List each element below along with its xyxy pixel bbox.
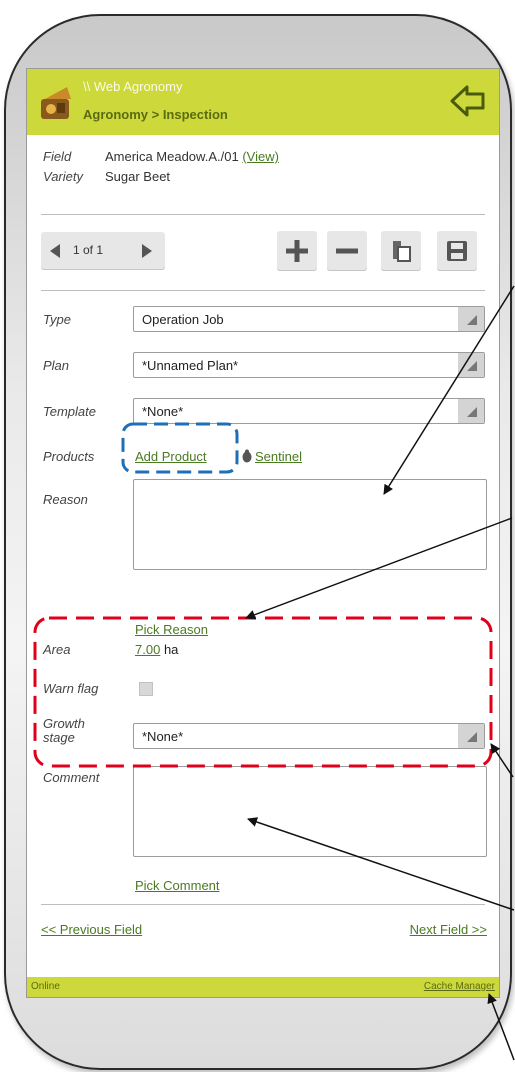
copy-icon bbox=[393, 241, 411, 262]
reason-label: Reason bbox=[43, 492, 88, 507]
plus-icon bbox=[286, 240, 308, 262]
warn-flag-checkbox[interactable] bbox=[139, 682, 153, 696]
dropdown-arrow-icon bbox=[458, 307, 484, 331]
area-unit: ha bbox=[163, 642, 179, 657]
dropdown-arrow-icon bbox=[458, 724, 484, 748]
field-row: Field America Meadow.A./01 (View) bbox=[43, 149, 279, 164]
add-button[interactable] bbox=[277, 231, 317, 271]
plan-value: *Unnamed Plan* bbox=[142, 358, 239, 373]
dropdown-arrow-icon bbox=[458, 353, 484, 377]
template-label: Template bbox=[43, 404, 96, 419]
sentinel-link[interactable]: Sentinel bbox=[255, 449, 302, 464]
view-link[interactable]: (View) bbox=[242, 149, 279, 164]
breadcrumb: Agronomy > Inspection bbox=[83, 107, 228, 122]
growth-stage-value: *None* bbox=[142, 729, 184, 744]
field-value: America Meadow.A./01 bbox=[105, 149, 239, 164]
app-title: \\ Web Agronomy bbox=[83, 79, 183, 94]
growth-stage-select[interactable]: *None* bbox=[133, 723, 485, 749]
divider bbox=[41, 214, 485, 215]
area-label: Area bbox=[43, 642, 71, 657]
plan-select[interactable]: *Unnamed Plan* bbox=[133, 352, 485, 378]
save-icon bbox=[447, 241, 467, 261]
app-screen: \\ Web Agronomy Agronomy > Inspection Fi… bbox=[26, 68, 500, 998]
comment-textarea[interactable] bbox=[133, 766, 487, 857]
variety-value: Sugar Beet bbox=[105, 169, 171, 184]
growth-label-line2: stage bbox=[43, 730, 75, 745]
type-label: Type bbox=[43, 312, 71, 327]
divider bbox=[41, 290, 485, 291]
pick-reason-link[interactable]: Pick Reason bbox=[135, 622, 208, 637]
add-product-link[interactable]: Add Product bbox=[135, 449, 207, 464]
next-field-link[interactable]: Next Field >> bbox=[410, 922, 487, 937]
bug-icon bbox=[242, 449, 252, 463]
area-value-link[interactable]: 7.00 bbox=[135, 642, 160, 657]
remove-button[interactable] bbox=[327, 231, 367, 271]
status-bar: Online Cache Manager bbox=[27, 977, 499, 997]
back-arrow-icon[interactable] bbox=[449, 83, 487, 119]
template-value: *None* bbox=[142, 404, 184, 419]
reason-textarea[interactable] bbox=[133, 479, 487, 570]
area-value-row: 7.00 ha bbox=[135, 642, 178, 657]
pager-text: 1 of 1 bbox=[73, 243, 104, 257]
variety-label: Variety bbox=[43, 169, 83, 184]
divider bbox=[41, 904, 485, 905]
growth-label-line1: Growth bbox=[43, 716, 85, 731]
field-label: Field bbox=[43, 149, 72, 164]
status-online: Online bbox=[31, 981, 60, 992]
type-select[interactable]: Operation Job bbox=[133, 306, 485, 332]
cache-manager-link[interactable]: Cache Manager bbox=[424, 981, 495, 992]
pick-comment-link[interactable]: Pick Comment bbox=[135, 878, 220, 893]
plan-label: Plan bbox=[43, 358, 70, 373]
type-value: Operation Job bbox=[142, 312, 224, 327]
copy-button[interactable] bbox=[381, 231, 421, 271]
arrow-right-icon[interactable] bbox=[139, 243, 155, 259]
minus-icon bbox=[336, 248, 358, 254]
dropdown-arrow-icon bbox=[458, 399, 484, 423]
app-logo bbox=[41, 87, 71, 119]
app-header: \\ Web Agronomy Agronomy > Inspection bbox=[27, 69, 499, 135]
variety-row: Variety Sugar Beet bbox=[43, 169, 170, 184]
arrow-left-icon[interactable] bbox=[47, 243, 63, 259]
template-select[interactable]: *None* bbox=[133, 398, 485, 424]
growth-stage-label: Growth stage bbox=[43, 717, 85, 745]
save-button[interactable] bbox=[437, 231, 477, 271]
warn-flag-label: Warn flag bbox=[43, 681, 99, 696]
comment-label: Comment bbox=[43, 770, 100, 785]
previous-field-link[interactable]: << Previous Field bbox=[41, 922, 142, 937]
products-label: Products bbox=[43, 449, 95, 464]
